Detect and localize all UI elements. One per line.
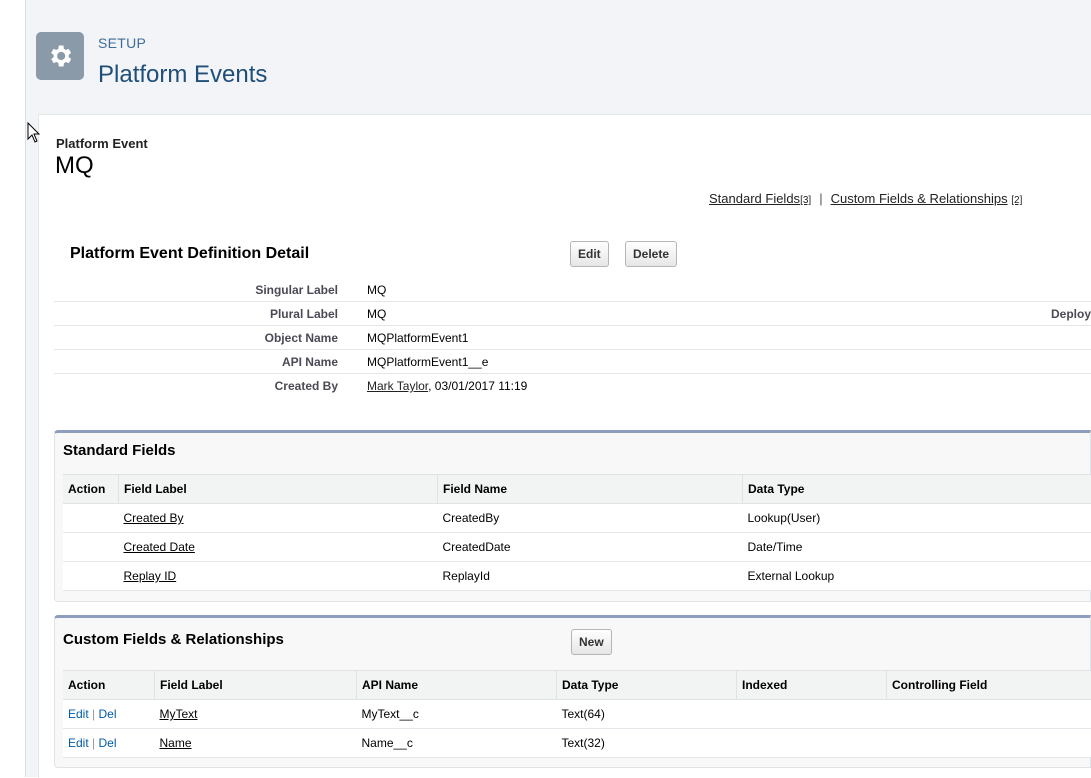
- detail-label: Plural Label: [270, 307, 338, 321]
- custom-fields-panel: Custom Fields & Relationships New Action…: [54, 615, 1091, 768]
- table-row: Created By CreatedBy Lookup(User): [63, 504, 1091, 533]
- action-separator: |: [92, 707, 95, 721]
- new-field-button[interactable]: New: [571, 629, 612, 655]
- detail-label: Created By: [275, 379, 338, 393]
- column-header-data-type: Data Type: [557, 671, 737, 700]
- table-header-row: Action Field Label API Name Data Type In…: [63, 671, 1091, 700]
- controlling-field-cell: [887, 700, 1091, 729]
- standard-fields-panel: Standard Fields Action Field Label Field…: [54, 430, 1091, 602]
- column-header-field-label: Field Label: [155, 671, 357, 700]
- setup-label: SETUP: [98, 35, 146, 51]
- object-name: MQ: [55, 152, 94, 180]
- action-cell: [63, 533, 119, 562]
- action-cell: Edit | Del: [63, 700, 155, 729]
- delete-button[interactable]: Delete: [625, 241, 677, 267]
- detail-row-object-name: Object Name MQPlatformEvent1: [54, 326, 1091, 350]
- detail-value: MQ: [367, 307, 386, 321]
- indexed-cell: [737, 700, 887, 729]
- data-type-cell: Text(64): [557, 700, 737, 729]
- custom-fields-link[interactable]: Custom Fields & Relationships: [831, 191, 1008, 206]
- controlling-field-cell: [887, 729, 1091, 758]
- action-cell: [63, 504, 119, 533]
- gear-icon: [36, 32, 84, 80]
- detail-label: API Name: [282, 355, 338, 369]
- setup-header: SETUP Platform Events: [36, 32, 1091, 102]
- detail-value: MQPlatformEvent1__e: [367, 355, 488, 369]
- field-name-cell: ReplayId: [438, 562, 743, 591]
- column-header-controlling-field: Controlling Field: [887, 671, 1091, 700]
- detail-row-singular-label: Singular Label MQ: [54, 278, 1091, 302]
- delete-link[interactable]: Del: [99, 736, 117, 750]
- field-label-cell: Replay ID: [119, 562, 438, 591]
- custom-fields-title: Custom Fields & Relationships: [63, 631, 284, 648]
- custom-fields-table: Action Field Label API Name Data Type In…: [63, 670, 1091, 758]
- detail-value: MQPlatformEvent1: [367, 331, 468, 345]
- created-by-user-link[interactable]: Mark Taylor: [367, 379, 428, 393]
- column-header-data-type: Data Type: [743, 475, 1091, 504]
- data-type-cell: External Lookup: [743, 562, 1091, 591]
- field-label-cell: Name: [155, 729, 357, 758]
- action-separator: |: [92, 736, 95, 750]
- delete-link[interactable]: Del: [99, 707, 117, 721]
- field-label-link[interactable]: Replay ID: [124, 569, 177, 583]
- detail-value: MQ: [367, 283, 386, 297]
- edit-button[interactable]: Edit: [570, 241, 609, 267]
- table-row: Edit | Del MyText MyText__c Text(64): [63, 700, 1091, 729]
- table-header-row: Action Field Label Field Name Data Type: [63, 475, 1091, 504]
- deploy-label: Deploy: [1051, 307, 1091, 321]
- data-type-cell: Date/Time: [743, 533, 1091, 562]
- column-header-action: Action: [63, 671, 155, 700]
- column-header-field-label: Field Label: [119, 475, 438, 504]
- field-label-cell: Created Date: [119, 533, 438, 562]
- link-separator: |: [819, 191, 822, 206]
- field-name-cell: CreatedBy: [438, 504, 743, 533]
- column-header-field-name: Field Name: [438, 475, 743, 504]
- detail-row-created-by: Created By Mark Taylor, 03/01/2017 11:19: [54, 374, 1091, 402]
- column-header-action: Action: [63, 475, 119, 504]
- standard-fields-count[interactable]: [3]: [800, 195, 811, 206]
- object-type-label: Platform Event: [56, 136, 148, 151]
- mouse-pointer-icon: [27, 122, 41, 144]
- action-cell: [63, 562, 119, 591]
- standard-fields-title: Standard Fields: [63, 442, 176, 459]
- field-label-link[interactable]: Name: [160, 736, 192, 750]
- standard-fields-table: Action Field Label Field Name Data Type …: [63, 474, 1091, 591]
- detail-label: Object Name: [265, 331, 338, 345]
- field-label-cell: Created By: [119, 504, 438, 533]
- detail-row-plural-label: Plural Label MQ Deploy: [54, 302, 1091, 326]
- api-name-cell: Name__c: [357, 729, 557, 758]
- data-type-cell: Lookup(User): [743, 504, 1091, 533]
- field-label-cell: MyText: [155, 700, 357, 729]
- related-list-links: Standard Fields[3] | Custom Fields & Relat…: [709, 191, 1022, 206]
- field-label-link[interactable]: Created Date: [124, 540, 195, 554]
- field-label-link[interactable]: MyText: [160, 707, 198, 721]
- standard-fields-link[interactable]: Standard Fields: [709, 191, 800, 206]
- table-row: Replay ID ReplayId External Lookup: [63, 562, 1091, 591]
- detail-label: Singular Label: [255, 283, 338, 297]
- field-name-cell: CreatedDate: [438, 533, 743, 562]
- custom-fields-count[interactable]: [2]: [1011, 195, 1022, 206]
- detail-section-title: Platform Event Definition Detail: [70, 245, 309, 263]
- field-label-link[interactable]: Created By: [124, 511, 184, 525]
- table-row: Edit | Del Name Name__c Text(32): [63, 729, 1091, 758]
- edit-link[interactable]: Edit: [68, 707, 89, 721]
- indexed-cell: [737, 729, 887, 758]
- page-title: Platform Events: [98, 61, 267, 89]
- detail-value: Mark Taylor, 03/01/2017 11:19: [367, 379, 527, 393]
- detail-row-api-name: API Name MQPlatformEvent1__e: [54, 350, 1091, 374]
- api-name-cell: MyText__c: [357, 700, 557, 729]
- column-header-api-name: API Name: [357, 671, 557, 700]
- table-row: Created Date CreatedDate Date/Time: [63, 533, 1091, 562]
- created-by-date: , 03/01/2017 11:19: [428, 379, 527, 393]
- column-header-indexed: Indexed: [737, 671, 887, 700]
- action-cell: Edit | Del: [63, 729, 155, 758]
- data-type-cell: Text(32): [557, 729, 737, 758]
- edit-link[interactable]: Edit: [68, 736, 89, 750]
